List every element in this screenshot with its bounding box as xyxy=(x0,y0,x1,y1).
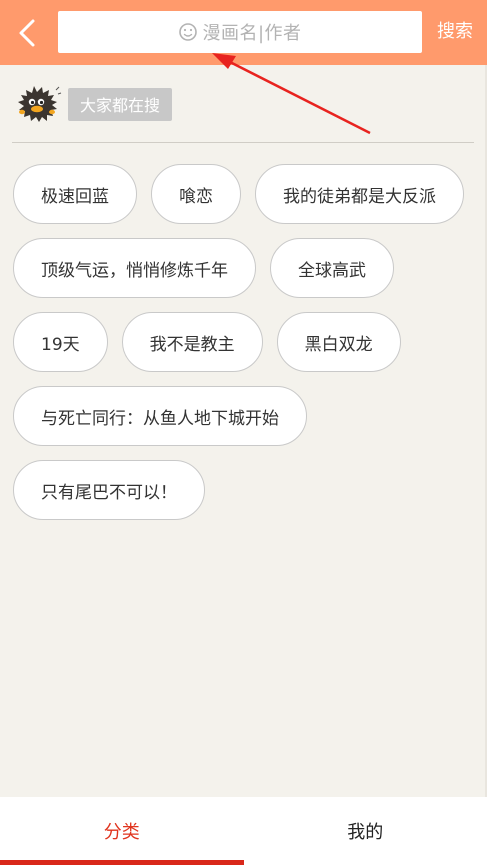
hot-tag[interactable]: 极速回蓝 xyxy=(13,164,137,224)
tab-mine[interactable]: 我的 xyxy=(244,797,487,865)
tab-category-label: 分类 xyxy=(103,822,140,843)
search-input[interactable]: 漫画名|作者 xyxy=(58,11,422,53)
hot-tag[interactable]: 我的徒弟都是大反派 xyxy=(255,164,464,224)
tab-category[interactable]: 分类 xyxy=(0,797,244,865)
chevron-left-icon xyxy=(19,19,35,47)
divider xyxy=(12,142,474,143)
hot-tag[interactable]: 我不是教主 xyxy=(121,312,263,372)
hot-tag[interactable]: 顶级气运，悄悄修炼千年 xyxy=(13,238,256,298)
hot-tag[interactable]: 全球高武 xyxy=(270,238,394,298)
hot-search-label: 大家都在搜 xyxy=(68,87,173,121)
search-placeholder: 漫画名|作者 xyxy=(202,23,302,44)
hot-tag[interactable]: 只有尾巴不可以！ xyxy=(13,460,205,520)
hot-tag[interactable]: 喰恋 xyxy=(151,164,241,224)
back-button[interactable] xyxy=(10,14,44,52)
smiley-search-icon xyxy=(178,22,198,42)
hot-tag[interactable]: 与死亡同行：从鱼人地下城开始 xyxy=(13,386,307,446)
top-header: 漫画名|作者 搜索 xyxy=(0,0,487,65)
mascot-icon xyxy=(12,84,62,124)
bottom-tab-bar: 分类 我的 xyxy=(0,797,487,865)
hot-tags-list: 极速回蓝 喰恋 我的徒弟都是大反派 顶级气运，悄悄修炼千年 全球高武 19天 我… xyxy=(13,164,483,520)
hot-tag[interactable]: 19天 xyxy=(13,312,108,372)
hot-tag[interactable]: 黑白双龙 xyxy=(276,312,401,372)
active-tab-indicator xyxy=(0,860,244,865)
tab-mine-label: 我的 xyxy=(347,822,384,843)
hot-search-header: 大家都在搜 xyxy=(12,84,173,124)
search-button[interactable]: 搜索 xyxy=(430,17,480,47)
